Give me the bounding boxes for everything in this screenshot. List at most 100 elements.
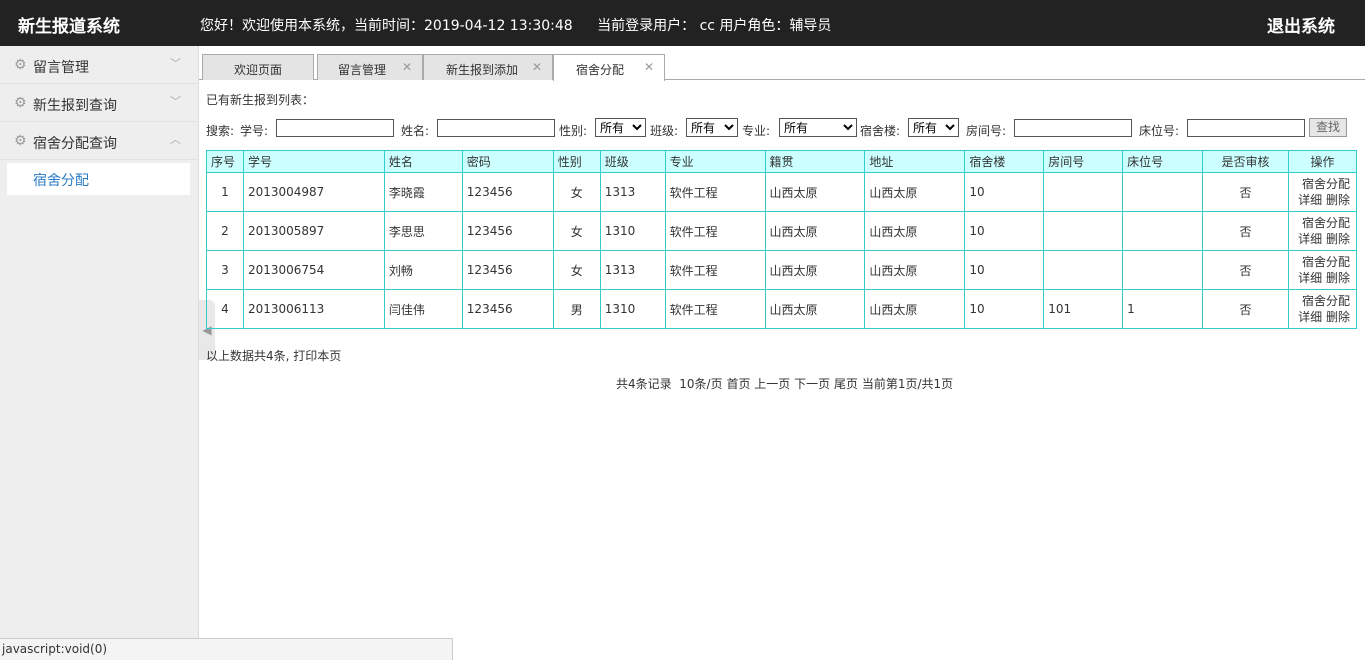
table-cell bbox=[1122, 172, 1204, 212]
table-cell: 2013005897 bbox=[242, 211, 385, 251]
sidebar-subitem-dorm-assign[interactable]: 宿舍分配 bbox=[7, 163, 190, 195]
sidebar-item-messages[interactable]: ⚙ 留言管理 ﹀ bbox=[0, 46, 198, 84]
row-actions: 宿舍分配详细 删除 bbox=[1287, 211, 1358, 251]
table-cell: 山西太原 bbox=[864, 289, 966, 329]
table-cell: 女 bbox=[552, 211, 601, 251]
table-cell: 山西太原 bbox=[764, 211, 866, 251]
chevron-up-icon: ︿ bbox=[170, 133, 181, 146]
pager-last[interactable]: 尾页 bbox=[834, 377, 858, 391]
dorm-building-select[interactable]: 所有 bbox=[908, 118, 959, 137]
col-header: 床位号 bbox=[1122, 150, 1204, 173]
detail-link[interactable]: 详细 bbox=[1298, 310, 1322, 324]
student-id-input[interactable] bbox=[276, 119, 394, 137]
tab-dorm-assign[interactable]: 宿舍分配 ✕ bbox=[553, 54, 665, 81]
browser-status-bar: javascript:void(0) bbox=[0, 638, 453, 660]
pager-next[interactable]: 下一页 bbox=[794, 377, 830, 391]
class-label: 班级: bbox=[650, 124, 679, 138]
table-cell: 否 bbox=[1202, 250, 1289, 290]
col-header: 班级 bbox=[599, 150, 666, 173]
sidebar-item-label: 留言管理 bbox=[33, 60, 89, 76]
assign-dorm-link[interactable]: 宿舍分配 bbox=[1302, 294, 1350, 308]
col-header: 专业 bbox=[664, 150, 766, 173]
assign-dorm-link[interactable]: 宿舍分配 bbox=[1302, 255, 1350, 269]
close-icon[interactable]: ✕ bbox=[402, 60, 412, 74]
search-bar: 搜索: 学号: 姓名: 性别: 所有 班级: 所有 专业: 所有 宿舍楼: 所有… bbox=[206, 118, 1356, 140]
delete-link[interactable]: 删除 bbox=[1326, 232, 1350, 246]
table-cell: 123456 bbox=[461, 172, 554, 212]
search-button[interactable]: 查找 bbox=[1309, 118, 1347, 137]
pager-total: 共4条记录 bbox=[616, 377, 672, 391]
table-row: 2 2013005897 李思思 123456 女 1310 软件工程 山西太原 山西太原 10 否… bbox=[206, 211, 1358, 251]
table-cell: 软件工程 bbox=[664, 250, 766, 290]
table-cell: 123456 bbox=[461, 211, 554, 251]
assign-dorm-link[interactable]: 宿舍分配 bbox=[1302, 216, 1350, 230]
table-cell: 1313 bbox=[599, 250, 666, 290]
row-actions: 宿舍分配详细 删除 bbox=[1287, 250, 1358, 290]
tab-messages[interactable]: 留言管理 ✕ bbox=[317, 54, 423, 80]
print-link[interactable]: 打印本页 bbox=[293, 349, 341, 363]
pagination: 共4条记录 10条/页 首页 上一页 下一页 尾页 当前第1页/共1页 bbox=[616, 375, 953, 392]
table-cell bbox=[1043, 172, 1124, 212]
app-logo: 新生报道系统 bbox=[18, 17, 120, 37]
table-cell: 山西太原 bbox=[764, 172, 866, 212]
table-cell: 刘畅 bbox=[383, 250, 463, 290]
table-cell bbox=[1043, 250, 1124, 290]
table-cell: 否 bbox=[1202, 172, 1289, 212]
major-select[interactable]: 所有 bbox=[779, 118, 857, 137]
bed-label: 床位号: bbox=[1139, 124, 1180, 138]
table-cell: 2013006754 bbox=[242, 250, 385, 290]
table-cell: 2013004987 bbox=[242, 172, 385, 212]
sidebar-item-label: 宿舍分配查询 bbox=[33, 136, 117, 152]
delete-link[interactable]: 删除 bbox=[1326, 310, 1350, 324]
gender-label: 性别: bbox=[559, 124, 588, 138]
pager-per-page: 10条/页 bbox=[679, 377, 723, 391]
detail-link[interactable]: 详细 bbox=[1298, 193, 1322, 207]
chevron-down-icon: ﹀ bbox=[170, 95, 181, 108]
name-input[interactable] bbox=[437, 119, 555, 137]
table-cell: 男 bbox=[552, 289, 601, 329]
assign-dorm-link[interactable]: 宿舍分配 bbox=[1302, 177, 1350, 191]
delete-link[interactable]: 删除 bbox=[1326, 193, 1350, 207]
class-select[interactable]: 所有 bbox=[686, 118, 738, 137]
pager-prev[interactable]: 上一页 bbox=[754, 377, 790, 391]
table-cell: 123456 bbox=[461, 250, 554, 290]
delete-link[interactable]: 删除 bbox=[1326, 271, 1350, 285]
table-cell: 山西太原 bbox=[864, 250, 966, 290]
sidebar-item-label: 新生报到查询 bbox=[33, 98, 117, 114]
table-cell: 1 bbox=[206, 172, 244, 212]
pager-first[interactable]: 首页 bbox=[726, 377, 750, 391]
table-cell bbox=[1122, 250, 1204, 290]
col-header: 籍贯 bbox=[764, 150, 866, 173]
sidebar-item-dorm-query[interactable]: ⚙ 宿舍分配查询 ︿ bbox=[0, 122, 198, 160]
table-cell: 1310 bbox=[599, 289, 666, 329]
sidebar: ⚙ 留言管理 ﹀ ⚙ 新生报到查询 ﹀ ⚙ 宿舍分配查询 ︿ 宿舍分配 bbox=[0, 46, 199, 660]
table-cell: 4 bbox=[206, 289, 244, 329]
sidebar-item-registration-query[interactable]: ⚙ 新生报到查询 ﹀ bbox=[0, 84, 198, 122]
detail-link[interactable]: 详细 bbox=[1298, 271, 1322, 285]
tab-welcome[interactable]: 欢迎页面 bbox=[202, 54, 314, 80]
detail-link[interactable]: 详细 bbox=[1298, 232, 1322, 246]
row-actions: 宿舍分配详细 删除 bbox=[1287, 172, 1358, 212]
dorm-building-label: 宿舍楼: bbox=[860, 124, 901, 138]
table-cell: 李思思 bbox=[383, 211, 463, 251]
major-label: 专业: bbox=[742, 124, 771, 138]
col-header: 地址 bbox=[864, 150, 966, 173]
table-cell: 10 bbox=[964, 211, 1045, 251]
bed-input[interactable] bbox=[1187, 119, 1305, 137]
summary-text: 以上数据共4条, bbox=[206, 349, 290, 363]
student-id-label: 学号: bbox=[240, 124, 269, 138]
col-header: 操作 bbox=[1287, 150, 1358, 173]
room-label: 房间号: bbox=[966, 124, 1007, 138]
table-cell: 2013006113 bbox=[242, 289, 385, 329]
col-header: 宿舍楼 bbox=[964, 150, 1045, 173]
room-input[interactable] bbox=[1014, 119, 1132, 137]
list-title: 已有新生报到列表： bbox=[206, 93, 315, 107]
tab-bar: 欢迎页面 留言管理 ✕ 新生报到添加 ✕ 宿舍分配 ✕ bbox=[199, 46, 1365, 81]
close-icon[interactable]: ✕ bbox=[644, 60, 654, 74]
gender-select[interactable]: 所有 bbox=[595, 118, 646, 137]
tab-registration-add[interactable]: 新生报到添加 ✕ bbox=[423, 54, 553, 80]
close-icon[interactable]: ✕ bbox=[532, 60, 542, 74]
logout-button[interactable]: 退出系统 bbox=[1267, 12, 1335, 37]
col-header: 序号 bbox=[206, 150, 244, 173]
table-cell: 软件工程 bbox=[664, 211, 766, 251]
